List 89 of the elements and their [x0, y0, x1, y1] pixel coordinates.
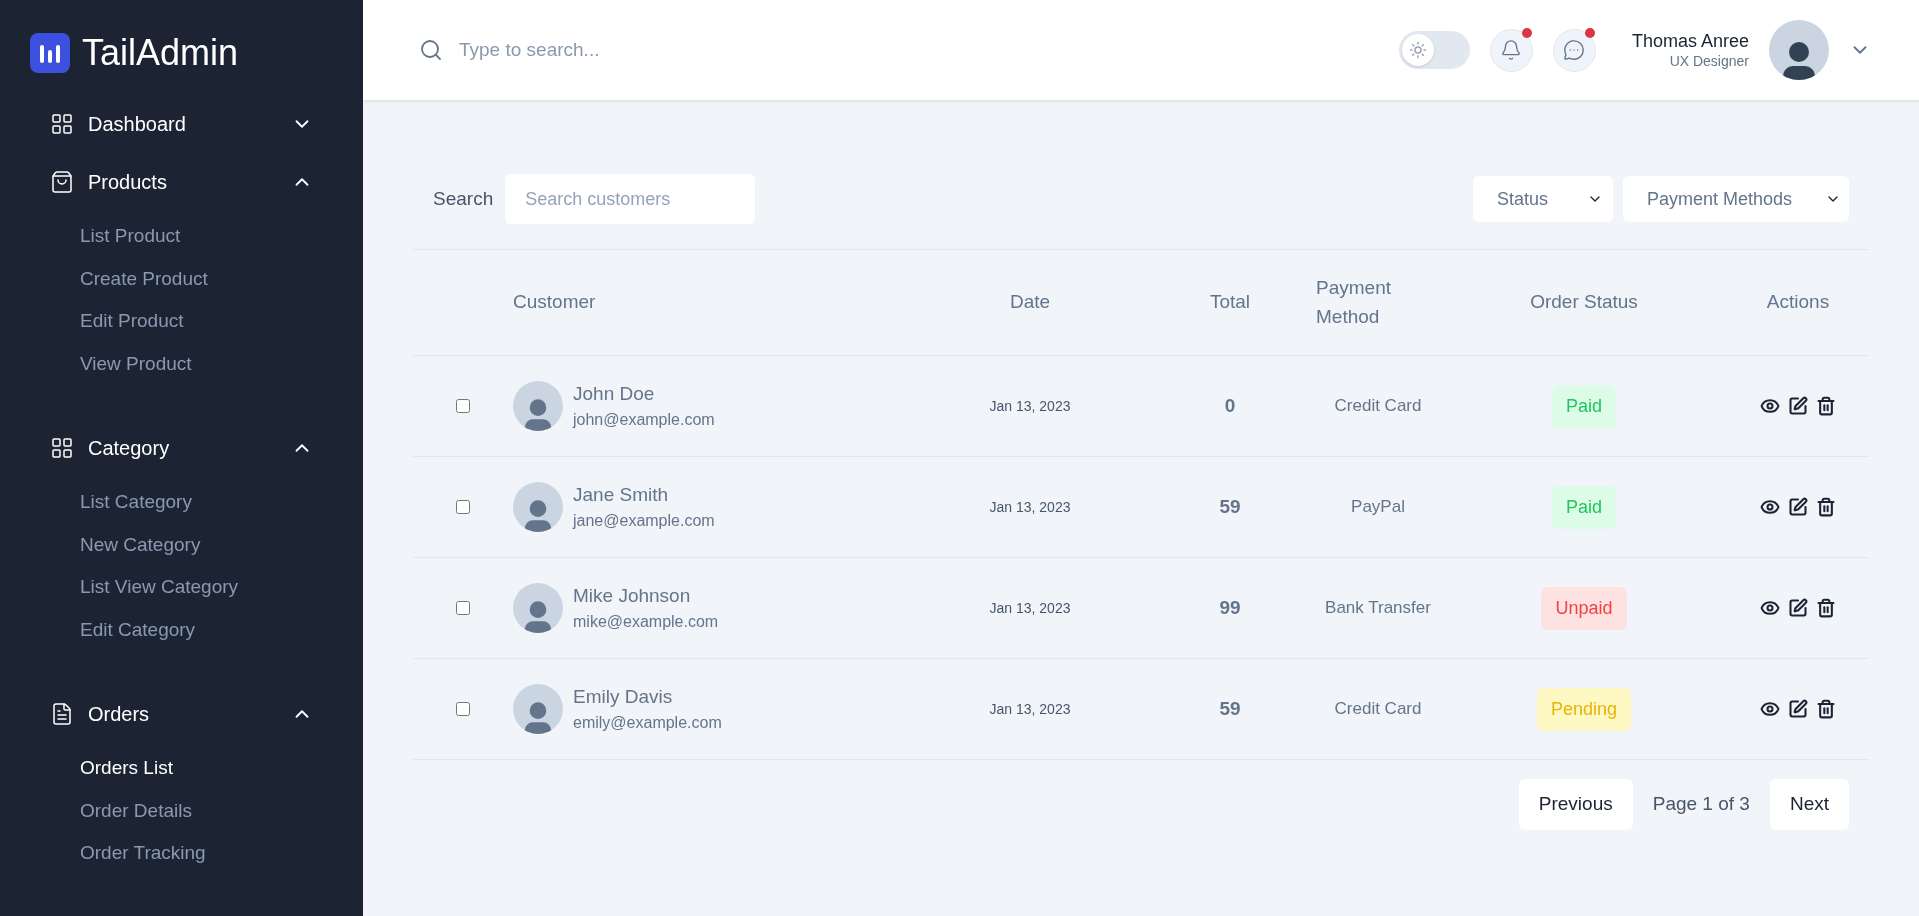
- customer-name: John Doe: [573, 382, 656, 406]
- status-badge: Pending: [1536, 687, 1632, 731]
- row-checkbox[interactable]: [456, 500, 470, 514]
- search-field[interactable]: Type to search...: [459, 35, 859, 65]
- view-icon[interactable]: [1760, 699, 1780, 719]
- brand-name: TailAdmin: [82, 35, 239, 71]
- row-checkbox[interactable]: [456, 702, 470, 716]
- chat-icon: [1563, 39, 1586, 61]
- sun-icon: [1408, 41, 1427, 59]
- sidebar-item[interactable]: Products: [0, 153, 363, 211]
- trash-icon[interactable]: [1816, 396, 1836, 416]
- edit-icon[interactable]: [1788, 497, 1808, 517]
- payment-method: Credit Card: [1333, 395, 1423, 418]
- status-badge: Paid: [1552, 384, 1616, 428]
- trash-icon[interactable]: [1816, 598, 1836, 618]
- row-checkbox[interactable]: [456, 399, 470, 413]
- customer-email: mike@example.com: [573, 611, 719, 632]
- order-date: Jan 13, 2023: [988, 598, 1072, 618]
- customer-email: john@example.com: [573, 409, 715, 430]
- edit-icon[interactable]: [1788, 396, 1808, 416]
- submenu-item[interactable]: Order Tracking: [0, 832, 363, 875]
- user-role: UX Designer: [1669, 52, 1749, 70]
- message-button[interactable]: [1552, 28, 1596, 72]
- column-header: Actions: [1765, 290, 1831, 315]
- page-indicator: Page 1 of 3: [1652, 792, 1750, 817]
- trash-icon[interactable]: [1816, 497, 1836, 517]
- sidebar-item-icon: [50, 436, 74, 460]
- column-header: Payment Method: [1315, 276, 1392, 329]
- column-header: Customer: [513, 290, 597, 315]
- order-total: 0: [1223, 393, 1237, 418]
- edit-icon[interactable]: [1788, 598, 1808, 618]
- payment-method: Credit Card: [1333, 698, 1423, 721]
- column-header: Order Status: [1529, 290, 1639, 315]
- submenu-item[interactable]: List View Category: [0, 566, 363, 609]
- view-icon[interactable]: [1760, 396, 1780, 416]
- customer-email: emily@example.com: [573, 712, 722, 733]
- user-name: Thomas Anree: [1631, 30, 1749, 53]
- avatar-icon: [513, 482, 563, 532]
- order-total: 99: [1218, 595, 1242, 620]
- theme-toggle[interactable]: [1398, 31, 1470, 69]
- status-badge: Paid: [1552, 485, 1616, 529]
- customer-email: jane@example.com: [573, 510, 715, 531]
- customer-name: Mike Johnson: [573, 584, 692, 608]
- order-date: Jan 13, 2023: [988, 396, 1072, 416]
- trash-icon[interactable]: [1816, 699, 1836, 719]
- payment-method: PayPal: [1350, 496, 1406, 519]
- view-icon[interactable]: [1760, 598, 1780, 618]
- notification-button[interactable]: [1489, 28, 1533, 72]
- submenu-item[interactable]: Orders List: [0, 747, 363, 790]
- customer-name: Emily Davis: [573, 685, 674, 709]
- customer-name: Jane Smith: [573, 483, 670, 507]
- bell-icon: [1500, 39, 1523, 61]
- edit-icon[interactable]: [1788, 699, 1808, 719]
- submenu-item[interactable]: Edit Category: [0, 608, 363, 651]
- sidebar-item-icon: [50, 112, 74, 136]
- payment-dropdown[interactable]: Payment Methods: [1623, 176, 1849, 222]
- customer-search-field[interactable]: Search customers: [505, 174, 756, 224]
- sidebar-item[interactable]: Dashboard: [0, 95, 363, 153]
- submenu-item[interactable]: New Category: [0, 523, 363, 566]
- sidebar-item-icon: [50, 702, 74, 726]
- sidebar-item[interactable]: Category: [0, 419, 363, 477]
- submenu-item[interactable]: Order Details: [0, 789, 363, 832]
- submenu-item[interactable]: List Category: [0, 481, 363, 524]
- submenu-item[interactable]: List Product: [0, 215, 363, 258]
- status-badge: Unpaid: [1541, 586, 1627, 630]
- order-total: 59: [1218, 696, 1242, 721]
- column-header: Total: [1208, 290, 1252, 315]
- row-checkbox[interactable]: [456, 601, 470, 615]
- order-total: 59: [1218, 494, 1242, 519]
- user-avatar[interactable]: [1769, 20, 1829, 80]
- avatar-icon: [513, 381, 563, 431]
- payment-method: Bank Transfer: [1324, 597, 1432, 620]
- avatar-icon: [513, 583, 563, 633]
- search-label: Search: [433, 186, 494, 211]
- sidebar-item[interactable]: Orders: [0, 685, 363, 743]
- sidebar-item-icon: [50, 170, 74, 194]
- avatar-icon: [513, 684, 563, 734]
- submenu-item[interactable]: Edit Product: [0, 300, 363, 343]
- view-icon[interactable]: [1760, 497, 1780, 517]
- status-dropdown[interactable]: Status: [1473, 176, 1613, 222]
- submenu-item[interactable]: View Product: [0, 342, 363, 385]
- order-date: Jan 13, 2023: [988, 497, 1072, 517]
- search-icon: [419, 38, 443, 62]
- column-header: Date: [1008, 290, 1052, 315]
- order-date: Jan 13, 2023: [988, 699, 1072, 719]
- next-button[interactable]: Next: [1769, 779, 1849, 830]
- submenu-item[interactable]: Create Product: [0, 257, 363, 300]
- previous-button[interactable]: Previous: [1518, 779, 1633, 830]
- logo-icon: [30, 33, 70, 73]
